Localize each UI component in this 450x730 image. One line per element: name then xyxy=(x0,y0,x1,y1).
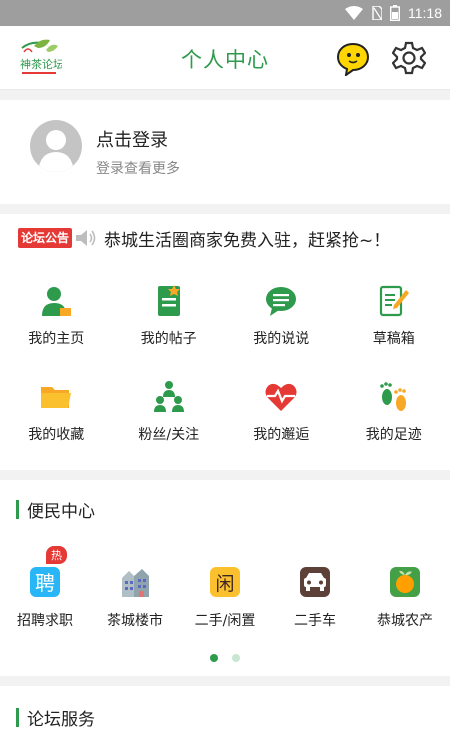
menu-card: 论坛公告 恭城生活圈商家免费入驻，赶紧抢~！ 我的主页 我的帖子 我的说说 草稿… xyxy=(0,214,450,470)
document-icon xyxy=(157,285,180,316)
menu-my-posts[interactable]: 我的帖子 xyxy=(113,280,226,376)
login-subtitle: 登录查看更多 xyxy=(96,161,180,177)
menu-label: 我的足迹 xyxy=(365,427,422,443)
status-bar: 11:18 xyxy=(0,0,450,26)
forum-services-header: 论坛服务 xyxy=(16,706,95,730)
menu-my-moments[interactable]: 我的说说 xyxy=(225,280,338,376)
message-button[interactable] xyxy=(336,42,370,76)
login-title[interactable]: 点击登录 xyxy=(96,126,168,152)
avatar[interactable] xyxy=(30,120,82,172)
page-dot[interactable] xyxy=(232,654,240,662)
convenience-header: 便民中心 xyxy=(16,498,95,522)
building-icon xyxy=(122,569,149,597)
menu-label: 粉丝/关注 xyxy=(138,427,200,443)
section-accent-bar xyxy=(16,707,19,727)
page-dot-active[interactable] xyxy=(210,654,218,662)
people-icon xyxy=(153,381,184,412)
chat-bubble-icon xyxy=(266,287,297,316)
forum-notice[interactable]: 论坛公告 恭城生活圈商家免费入驻，赶紧抢~！ xyxy=(18,226,390,251)
page-indicator xyxy=(0,654,450,662)
menu-label: 我的帖子 xyxy=(140,331,197,347)
user-home-icon xyxy=(42,287,72,316)
service-label: 恭城农产 xyxy=(377,613,433,629)
heart-pulse-icon xyxy=(265,383,297,411)
forum-services-section: 论坛服务 xyxy=(0,686,450,730)
section-accent-bar xyxy=(16,499,19,519)
recruit-icon: 聘 xyxy=(30,567,60,597)
app-header: 神茶论坛 个人中心 xyxy=(0,26,450,90)
service-label: 二手/闲置 xyxy=(194,613,256,629)
service-used-car[interactable]: 二手车 xyxy=(270,566,360,630)
service-label: 茶城楼市 xyxy=(107,613,163,629)
profile-menu-grid: 我的主页 我的帖子 我的说说 草稿箱 我的收藏 粉丝/关注 我的邂逅 我的足迹 xyxy=(0,280,450,472)
menu-label: 我的说说 xyxy=(253,331,310,347)
menu-label: 草稿箱 xyxy=(372,331,415,347)
clock-time: 11:18 xyxy=(408,5,442,21)
menu-my-homepage[interactable]: 我的主页 xyxy=(0,280,113,376)
service-recruitment[interactable]: 热 聘 招聘求职 xyxy=(0,546,90,630)
recruit-glyph: 聘 xyxy=(35,571,55,595)
menu-my-favorites[interactable]: 我的收藏 xyxy=(0,376,113,472)
section-title: 论坛服务 xyxy=(27,709,95,730)
menu-label: 我的主页 xyxy=(28,331,85,347)
idle-glyph: 闲 xyxy=(215,573,234,595)
notice-text[interactable]: 恭城生活圈商家免费入驻，赶紧抢~！ xyxy=(104,226,390,251)
menu-drafts[interactable]: 草稿箱 xyxy=(338,280,450,376)
default-avatar-icon xyxy=(38,130,74,172)
settings-button[interactable] xyxy=(392,41,426,75)
speaker-icon xyxy=(76,230,96,246)
login-card[interactable]: 点击登录 登录查看更多 xyxy=(0,100,450,204)
menu-my-encounters[interactable]: 我的邂逅 xyxy=(225,376,338,472)
menu-fans-following[interactable]: 粉丝/关注 xyxy=(113,376,226,472)
sim-icon xyxy=(372,6,382,20)
battery-icon xyxy=(390,5,400,21)
service-real-estate[interactable]: 茶城楼市 xyxy=(90,566,180,630)
service-label: 招聘求职 xyxy=(17,613,73,629)
page-title: 个人中心 xyxy=(181,48,269,72)
section-title: 便民中心 xyxy=(27,501,95,522)
convenience-services: 热 聘 招聘求职 茶城楼市 闲 二手/闲置 二手车 恭城农产 xyxy=(0,546,450,630)
menu-my-footprints[interactable]: 我的足迹 xyxy=(338,376,450,472)
service-agri-products[interactable]: 恭城农产 xyxy=(360,566,450,630)
produce-icon xyxy=(390,567,420,597)
menu-label: 我的邂逅 xyxy=(253,427,310,443)
footprint-icon xyxy=(379,382,406,411)
draft-pen-icon xyxy=(379,285,409,317)
hot-badge: 热 xyxy=(46,546,67,564)
service-label: 二手车 xyxy=(294,613,336,629)
notice-badge: 论坛公告 xyxy=(18,228,73,248)
idle-icon: 闲 xyxy=(210,567,240,597)
folder-icon xyxy=(41,387,72,408)
car-icon xyxy=(300,567,330,597)
service-second-hand[interactable]: 闲 二手/闲置 xyxy=(180,566,270,630)
menu-label: 我的收藏 xyxy=(28,427,85,443)
wifi-icon xyxy=(345,6,363,20)
